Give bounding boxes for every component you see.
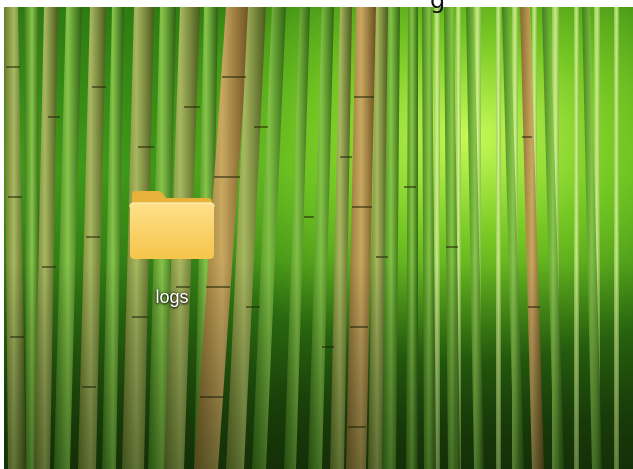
top-edge-text: g [430, 0, 446, 14]
desktop-icon-logs[interactable]: logs [118, 183, 226, 315]
bamboo-forest-image [4, 7, 633, 469]
desktop-icon-label: logs [155, 287, 189, 307]
folder-icon [129, 191, 215, 259]
desktop-screen: g logs [0, 0, 633, 469]
desktop-wallpaper [4, 7, 633, 469]
